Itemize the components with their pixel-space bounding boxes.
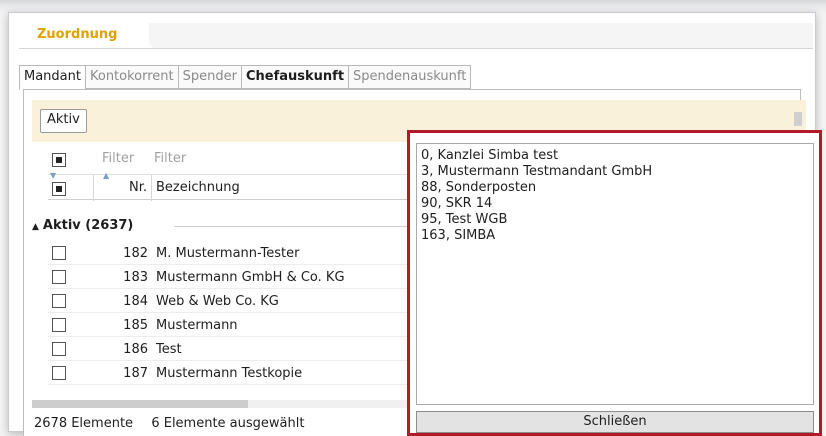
- horizontal-scrollbar-thumb[interactable]: [32, 400, 248, 408]
- list-item[interactable]: 95, Test WGB: [421, 212, 809, 228]
- row-bezeichnung: Mustermann: [156, 318, 238, 333]
- table-row[interactable]: 186 Test: [48, 337, 432, 361]
- aktiv-filter-button[interactable]: Aktiv: [40, 109, 87, 133]
- table-row[interactable]: 184 Web & Web Co. KG: [48, 289, 432, 313]
- group-label: Aktiv (2637): [42, 218, 134, 233]
- item-count: 2678 Elemente: [34, 416, 134, 431]
- row-checkbox[interactable]: [52, 294, 66, 308]
- section-header-bg: [149, 23, 813, 48]
- row-bezeichnung: Mustermann Testkopie: [156, 366, 303, 381]
- bezeichnung-column-header[interactable]: Bezeichnung: [156, 175, 240, 201]
- section-title: Zuordnung: [19, 23, 153, 49]
- chevron-up-icon[interactable]: ▲: [32, 222, 39, 232]
- list-item[interactable]: 90, SKR 14: [421, 196, 809, 212]
- filter-select-all-checkbox[interactable]: [52, 153, 66, 167]
- close-button[interactable]: Schließen: [416, 411, 814, 433]
- sort-arrow-icon: ▼: [50, 171, 57, 180]
- filter-checkbox-cell: [52, 146, 66, 172]
- tab-spender[interactable]: Spender: [177, 65, 241, 89]
- selection-popup: 0, Kanzlei Simba test 3, Mustermann Test…: [407, 130, 822, 436]
- list-item[interactable]: 163, SIMBA: [421, 228, 809, 244]
- row-nr: 186: [123, 342, 148, 357]
- row-checkbox[interactable]: [52, 270, 66, 284]
- row-checkbox[interactable]: [52, 342, 66, 356]
- status-bar: 2678 Elemente 6 Elemente ausgewählt: [34, 414, 304, 434]
- row-checkbox[interactable]: [52, 246, 66, 260]
- section-divider: [19, 48, 813, 49]
- list-item[interactable]: 0, Kanzlei Simba test: [421, 148, 809, 164]
- table-row[interactable]: 183 Mustermann GmbH & Co. KG: [48, 265, 432, 289]
- tab-bar: Mandant Kontokorrent Spender Chefauskunf…: [19, 65, 472, 90]
- row-checkbox[interactable]: [52, 366, 66, 380]
- group-row-aktiv[interactable]: ▲ Aktiv (2637): [32, 213, 432, 239]
- row-checkbox[interactable]: [52, 318, 66, 332]
- horizontal-scrollbar[interactable]: [32, 400, 432, 408]
- list-item[interactable]: 88, Sonderposten: [421, 180, 809, 196]
- row-nr: 182: [123, 246, 148, 261]
- table-row[interactable]: 182 M. Mustermann-Tester: [48, 241, 432, 265]
- table-row[interactable]: 185 Mustermann: [48, 313, 432, 337]
- tab-spendenauskunft[interactable]: Spendenauskunft: [348, 65, 472, 89]
- nr-filter-input[interactable]: Filter: [102, 146, 134, 172]
- tab-kontokorrent[interactable]: Kontokorrent: [84, 65, 178, 89]
- bezeichnung-filter-input[interactable]: Filter: [154, 146, 186, 172]
- row-nr: 187: [123, 366, 148, 381]
- row-bezeichnung: Test: [156, 342, 182, 357]
- select-all-checkbox[interactable]: [52, 182, 66, 196]
- tab-mandant[interactable]: Mandant: [19, 65, 85, 90]
- row-nr: 185: [123, 318, 148, 333]
- selected-count: 6 Elemente ausgewählt: [151, 416, 305, 431]
- list-item[interactable]: 3, Mustermann Testmandant GmbH: [421, 164, 809, 180]
- tab-chefauskunft[interactable]: Chefauskunft: [240, 65, 349, 89]
- vertical-scrollbar[interactable]: [794, 112, 802, 126]
- grid-header-row: Nr. Bezeichnung ▼ ▲: [48, 171, 438, 201]
- popup-list[interactable]: 0, Kanzlei Simba test 3, Mustermann Test…: [416, 143, 814, 405]
- filter-row: Filter Filter: [48, 146, 438, 172]
- group-divider: [174, 226, 432, 227]
- row-bezeichnung: M. Mustermann-Tester: [156, 246, 300, 261]
- row-bezeichnung: Web & Web Co. KG: [156, 294, 279, 309]
- row-nr: 183: [123, 270, 148, 285]
- row-nr: 184: [123, 294, 148, 309]
- sort-arrow-icon: ▲: [103, 171, 110, 180]
- row-bezeichnung: Mustermann GmbH & Co. KG: [156, 270, 345, 285]
- table-row[interactable]: 187 Mustermann Testkopie: [48, 361, 432, 385]
